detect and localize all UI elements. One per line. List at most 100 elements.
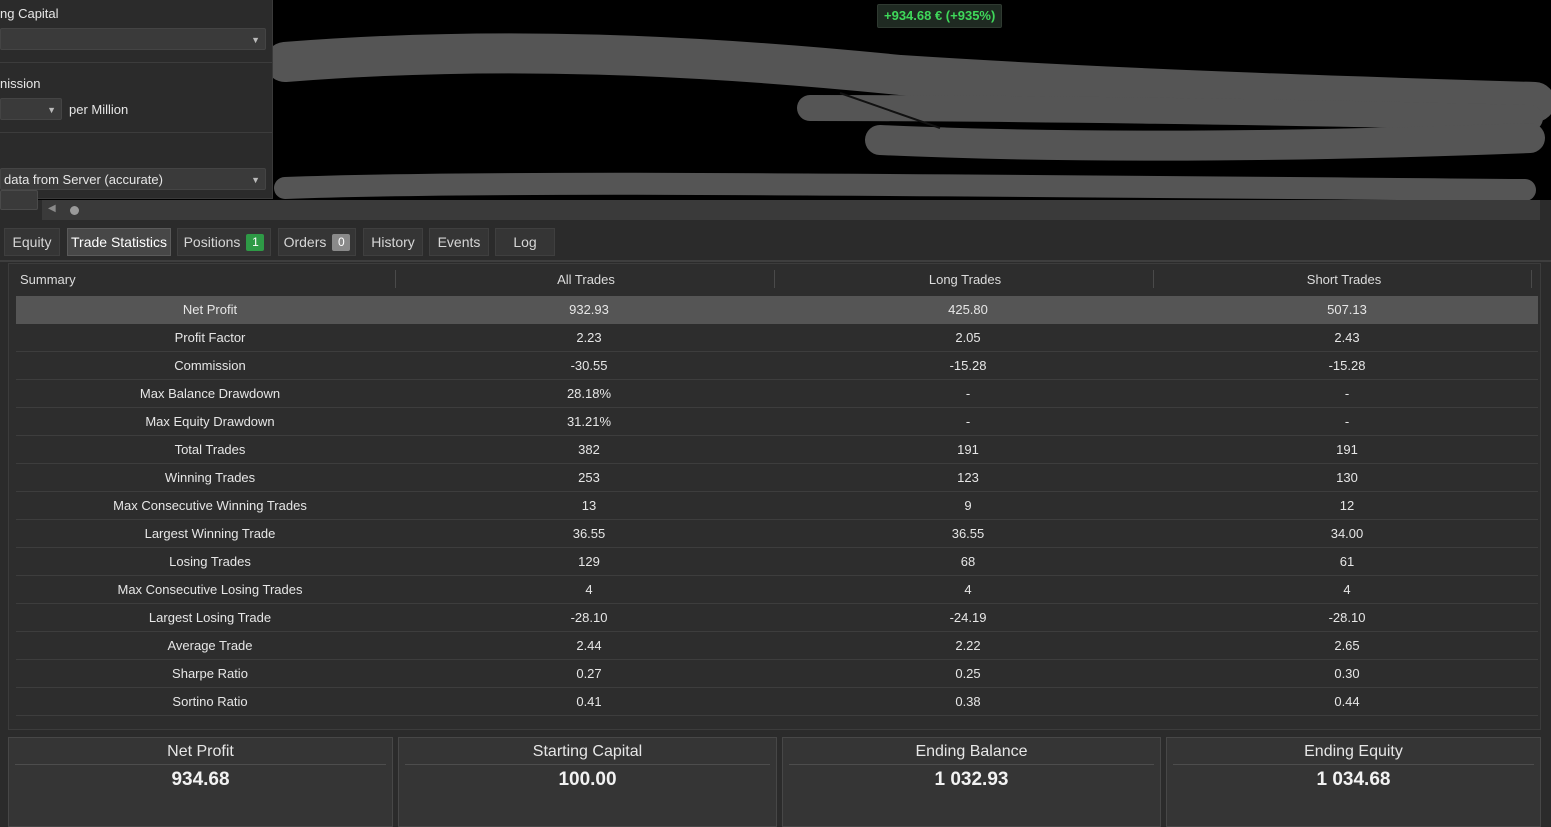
table-row[interactable]: Max Balance Drawdown 28.18% - - [16, 380, 1538, 408]
starting-capital-label: ng Capital [0, 6, 59, 21]
metric-name: Max Consecutive Winning Trades [113, 498, 307, 513]
metric-name: Sortino Ratio [172, 694, 248, 709]
table-row[interactable]: Largest Losing Trade -28.10 -24.19 -28.10 [16, 604, 1538, 632]
table-row[interactable]: Average Trade 2.44 2.22 2.65 [16, 632, 1538, 660]
metric-value: - [1344, 414, 1350, 429]
metric-name: Losing Trades [169, 554, 251, 569]
tab-history[interactable]: History [363, 228, 423, 256]
tab-label: Equity [12, 234, 52, 250]
table-row[interactable]: Largest Winning Trade 36.55 36.55 34.00 [16, 520, 1538, 548]
metric-value: 382 [578, 442, 600, 457]
scroll-thumb[interactable] [70, 206, 79, 215]
table-row[interactable]: Max Consecutive Winning Trades 13 9 12 [16, 492, 1538, 520]
metric-value: -28.10 [1328, 610, 1366, 625]
column-header-long-trades[interactable]: Long Trades [775, 272, 1155, 287]
metric-value: 0.44 [1334, 694, 1360, 709]
table-row[interactable]: Sortino Ratio 0.41 0.38 0.44 [16, 688, 1538, 716]
table-row[interactable]: Total Trades 382 191 191 [16, 436, 1538, 464]
card-title: Ending Balance [789, 743, 1154, 765]
metric-name: Sharpe Ratio [172, 666, 248, 681]
tab-label: Events [437, 234, 481, 250]
scroll-left-arrow-icon[interactable]: ◀ [48, 203, 56, 214]
backtest-settings-panel: ng Capital ▼ nission ▼ per Million data … [0, 0, 273, 199]
commission-label: nission [0, 76, 41, 91]
metric-value: 2.65 [1334, 638, 1360, 653]
metric-value: 191 [1336, 442, 1358, 457]
metric-value: 9 [964, 498, 972, 513]
positions-count-badge: 1 [246, 234, 265, 251]
metric-value: 507.13 [1327, 302, 1367, 317]
table-row[interactable]: Net Profit 932.93 425.80 507.13 [16, 296, 1538, 324]
column-header-summary[interactable]: Summary [20, 272, 76, 287]
tab-positions[interactable]: Positions 1 [177, 228, 271, 256]
metric-value: 129 [578, 554, 600, 569]
metric-value: 36.55 [951, 526, 985, 541]
metric-value: 425.80 [948, 302, 988, 317]
metric-name: Profit Factor [174, 330, 246, 345]
data-source-value: data from Server (accurate) [4, 172, 163, 187]
metric-name: Net Profit [182, 302, 238, 317]
commission-select[interactable]: ▼ [0, 98, 62, 120]
divider [0, 62, 272, 63]
metric-value: - [965, 414, 971, 429]
tab-label: Log [513, 234, 537, 250]
table-row[interactable]: Max Consecutive Losing Trades 4 4 4 [16, 576, 1538, 604]
table-row[interactable]: Losing Trades 129 68 61 [16, 548, 1538, 576]
results-tabbar: Equity Trade Statistics Positions 1 Order… [0, 222, 1551, 262]
tab-events[interactable]: Events [429, 228, 489, 256]
table-row[interactable]: Commission -30.55 -15.28 -15.28 [16, 352, 1538, 380]
metric-value: 2.22 [955, 638, 981, 653]
card-value: 1 032.93 [934, 769, 1009, 790]
metric-value: 191 [957, 442, 979, 457]
metric-value: 34.00 [1330, 526, 1364, 541]
column-separator[interactable] [1531, 270, 1532, 288]
table-row[interactable]: Profit Factor 2.23 2.05 2.43 [16, 324, 1538, 352]
column-header-short-trades[interactable]: Short Trades [1154, 272, 1534, 287]
metric-value: -24.19 [949, 610, 987, 625]
metric-name: Max Balance Drawdown [139, 386, 281, 401]
card-value: 100.00 [558, 769, 617, 790]
card-title: Starting Capital [405, 743, 770, 765]
data-source-select[interactable]: data from Server (accurate) ▼ [0, 168, 266, 190]
card-value: 1 034.68 [1316, 769, 1391, 790]
metric-value: 130 [1336, 470, 1358, 485]
profit-badge: +934.68 € (+935%) [877, 4, 1003, 28]
table-row[interactable]: Max Equity Drawdown 31.21% - - [16, 408, 1538, 436]
card-starting-capital: Starting Capital 100.00 [398, 737, 777, 827]
tab-orders[interactable]: Orders 0 [278, 228, 356, 256]
table-row[interactable]: Sharpe Ratio 0.27 0.25 0.30 [16, 660, 1538, 688]
metric-value: - [1344, 386, 1350, 401]
metric-value: 2.43 [1334, 330, 1360, 345]
column-header-all-trades[interactable]: All Trades [396, 272, 776, 287]
metric-value: - [965, 386, 971, 401]
panel-toggle-button[interactable] [0, 190, 38, 210]
tab-equity[interactable]: Equity [4, 228, 60, 256]
metric-value: 2.23 [576, 330, 602, 345]
metric-name: Average Trade [167, 638, 253, 653]
metric-value: 0.30 [1334, 666, 1360, 681]
metric-value: 2.05 [955, 330, 981, 345]
metric-value: -15.28 [1328, 358, 1366, 373]
dropdown-arrow-icon: ▼ [47, 105, 56, 115]
divider [0, 132, 272, 133]
card-title: Net Profit [15, 743, 386, 765]
tab-label: Trade Statistics [71, 234, 167, 250]
metric-name: Largest Winning Trade [144, 526, 276, 541]
metric-value: 2.44 [576, 638, 602, 653]
starting-capital-select[interactable]: ▼ [0, 28, 266, 50]
metric-value: 253 [578, 470, 600, 485]
metric-value: 61 [1339, 554, 1355, 569]
metric-value: 4 [585, 582, 593, 597]
card-ending-equity: Ending Equity 1 034.68 [1166, 737, 1541, 827]
tab-label: Orders [283, 234, 327, 250]
table-row[interactable]: Winning Trades 253 123 130 [16, 464, 1538, 492]
metric-value: 13 [581, 498, 597, 513]
tab-log[interactable]: Log [495, 228, 555, 256]
metric-value: 12 [1339, 498, 1355, 513]
metric-value: 4 [1343, 582, 1351, 597]
tab-trade-statistics[interactable]: Trade Statistics [67, 228, 171, 256]
metric-name: Max Equity Drawdown [145, 414, 275, 429]
chart-scrollbar[interactable]: ◀ [42, 200, 1540, 220]
metric-name: Total Trades [174, 442, 246, 457]
metric-name: Winning Trades [164, 470, 256, 485]
